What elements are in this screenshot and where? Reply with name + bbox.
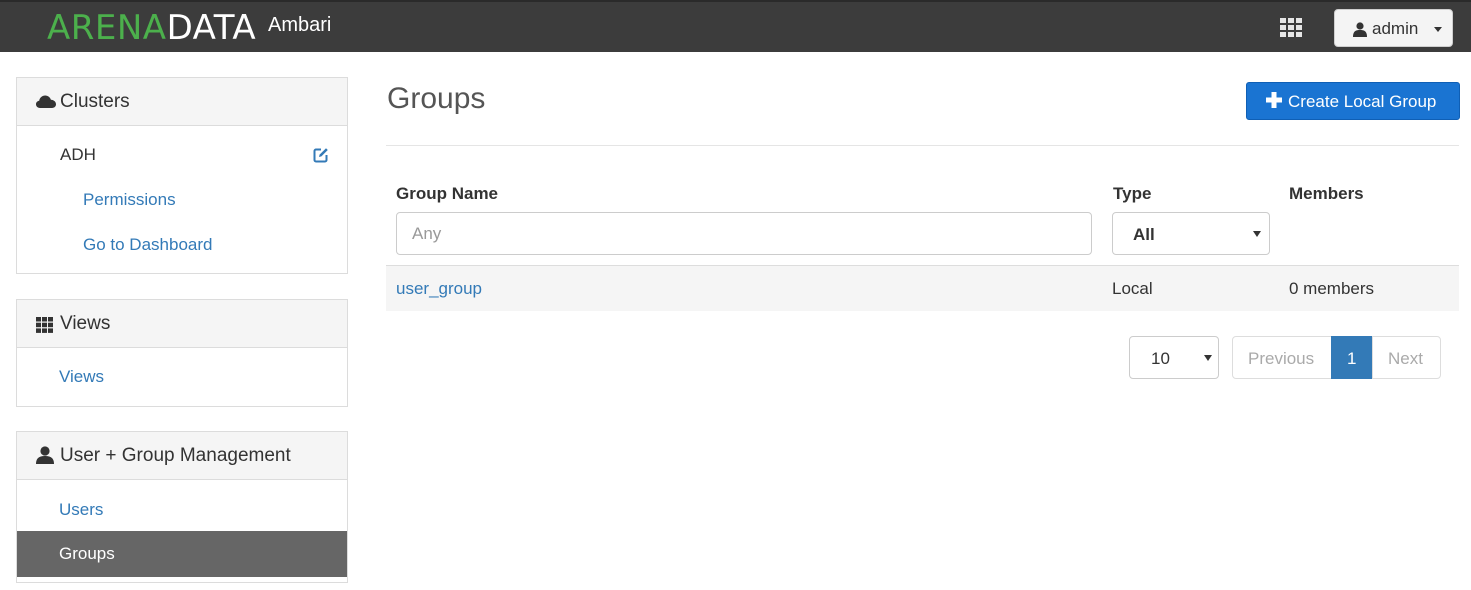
brand-logo[interactable]: ARENADATA	[47, 8, 256, 48]
pagination-next-button[interactable]: Next	[1372, 336, 1441, 379]
user-group-management-panel-header: User + Group Management	[17, 432, 347, 480]
chevron-down-icon	[1253, 231, 1261, 237]
views-panel: Views Views	[16, 299, 348, 407]
sidebar-item-permissions[interactable]: Permissions	[83, 190, 176, 210]
page-size-value: 10	[1151, 349, 1170, 368]
brand-logo-part1: ARENA	[47, 8, 167, 48]
user-group-management-panel: User + Group Management Users Groups	[16, 431, 348, 583]
column-header-type: Type	[1113, 184, 1152, 203]
chevron-down-icon	[1204, 355, 1212, 361]
clusters-panel-title: Clusters	[60, 91, 130, 112]
sidebar-item-groups-label: Groups	[59, 544, 115, 563]
app-name: Ambari	[268, 14, 332, 36]
user-menu-button[interactable]: admin	[1334, 9, 1453, 47]
brand-logo-part2: DATA	[166, 8, 257, 48]
pagination-previous-button[interactable]: Previous	[1232, 336, 1332, 379]
pagination-next-label: Next	[1388, 349, 1423, 368]
group-members: 0 members	[1289, 279, 1375, 298]
sidebar-item-users[interactable]: Users	[59, 500, 103, 520]
edit-icon[interactable]	[313, 147, 329, 163]
sidebar-item-go-to-dashboard[interactable]: Go to Dashboard	[83, 235, 212, 255]
group-type: Local	[1112, 279, 1153, 298]
sidebar-item-groups[interactable]: Groups	[17, 531, 347, 577]
group-name-filter-input[interactable]	[396, 212, 1092, 255]
group-name-link[interactable]: user_group	[396, 279, 482, 299]
grid-icon	[36, 317, 53, 333]
create-local-group-button[interactable]: Create Local Group	[1246, 82, 1460, 120]
type-filter-select[interactable]: All	[1112, 212, 1270, 255]
column-header-group-name: Group Name	[396, 184, 499, 203]
user-menu-label: admin	[1372, 19, 1419, 38]
plus-icon	[1266, 92, 1282, 108]
type-filter-value: All	[1133, 225, 1155, 244]
create-local-group-label: Create Local Group	[1288, 92, 1437, 111]
user-icon	[36, 446, 54, 464]
table-row: user_group Local 0 members	[386, 265, 1459, 311]
chevron-down-icon	[1434, 27, 1442, 32]
user-group-management-panel-title: User + Group Management	[60, 445, 291, 466]
pagination-previous-label: Previous	[1248, 349, 1315, 368]
apps-grid-icon[interactable]	[1280, 18, 1302, 38]
column-header-members: Members	[1289, 184, 1364, 203]
top-navbar: ARENADATA Ambari admin	[0, 0, 1471, 52]
sidebar-item-views[interactable]: Views	[59, 367, 104, 387]
page-title: Groups	[387, 82, 486, 115]
user-icon	[1353, 22, 1367, 37]
cluster-name: ADH	[60, 145, 96, 164]
views-panel-header: Views	[17, 300, 347, 348]
pagination-page-1[interactable]: 1	[1331, 336, 1373, 379]
clusters-panel: Clusters ADH Permissions Go to Dashboard	[16, 77, 348, 274]
cloud-icon	[36, 95, 56, 108]
pagination-current-label: 1	[1347, 349, 1357, 368]
page-size-select[interactable]: 10	[1129, 336, 1219, 379]
views-panel-title: Views	[60, 313, 111, 334]
header-divider	[386, 145, 1459, 146]
clusters-panel-header: Clusters	[17, 78, 347, 126]
